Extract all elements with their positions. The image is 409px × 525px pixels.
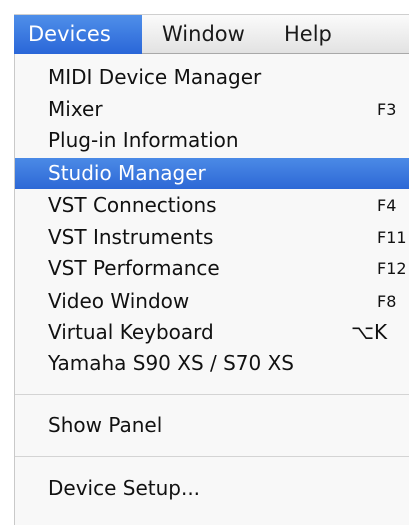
menu-item-label: Plug-in Information [48,128,239,152]
menu-devices[interactable]: Devices [14,15,142,54]
menu-item-shortcut: ⌥K [351,320,388,344]
menu-item-label: VST Connections [48,193,217,217]
devices-dropdown-menu: MIDI Device Manager Mixer F3 Plug-in Inf… [14,54,409,525]
menu-item-label: Yamaha S90 XS / S70 XS [48,351,294,375]
menu-item-shortcut: F3 [377,100,397,119]
menu-item-label: Device Setup... [48,476,201,500]
menu-item-label: Show Panel [48,413,163,437]
menu-help[interactable]: Help [270,15,360,54]
menu-item-vst-connections[interactable]: VST Connections F4 [15,190,409,221]
menu-item-studio-manager[interactable]: Studio Manager [15,158,409,189]
menu-separator [15,394,409,395]
menu-item-label: MIDI Device Manager [48,65,262,89]
menu-separator [15,456,409,457]
menu-item-vst-performance[interactable]: VST Performance F12 [15,253,409,284]
menu-item-yamaha-s90xs[interactable]: Yamaha S90 XS / S70 XS [15,348,409,379]
menu-item-virtual-keyboard[interactable]: Virtual Keyboard ⌥K [15,317,409,348]
menu-item-label: Virtual Keyboard [48,320,214,344]
menu-item-label: Video Window [48,289,190,313]
menu-item-show-panel[interactable]: Show Panel [15,410,409,441]
menu-item-shortcut: F4 [377,196,397,215]
menu-item-midi-device-manager[interactable]: MIDI Device Manager [15,62,409,93]
menu-item-vst-instruments[interactable]: VST Instruments F11 [15,222,409,253]
menu-item-video-window[interactable]: Video Window F8 [15,286,409,317]
menu-item-label: Studio Manager [48,161,206,185]
menu-item-shortcut: F11 [377,228,407,247]
menu-item-label: VST Performance [48,256,220,280]
menu-item-device-setup[interactable]: Device Setup... [15,473,409,504]
menu-bar: Devices Window Help [14,14,409,54]
menu-item-shortcut: F12 [377,259,407,278]
menu-window[interactable]: Window [148,15,262,54]
menu-item-label: Mixer [48,97,103,121]
menu-item-mixer[interactable]: Mixer F3 [15,94,409,125]
menu-item-label: VST Instruments [48,225,214,249]
menu-item-shortcut: F8 [377,292,397,311]
menu-item-plugin-information[interactable]: Plug-in Information [15,125,409,156]
